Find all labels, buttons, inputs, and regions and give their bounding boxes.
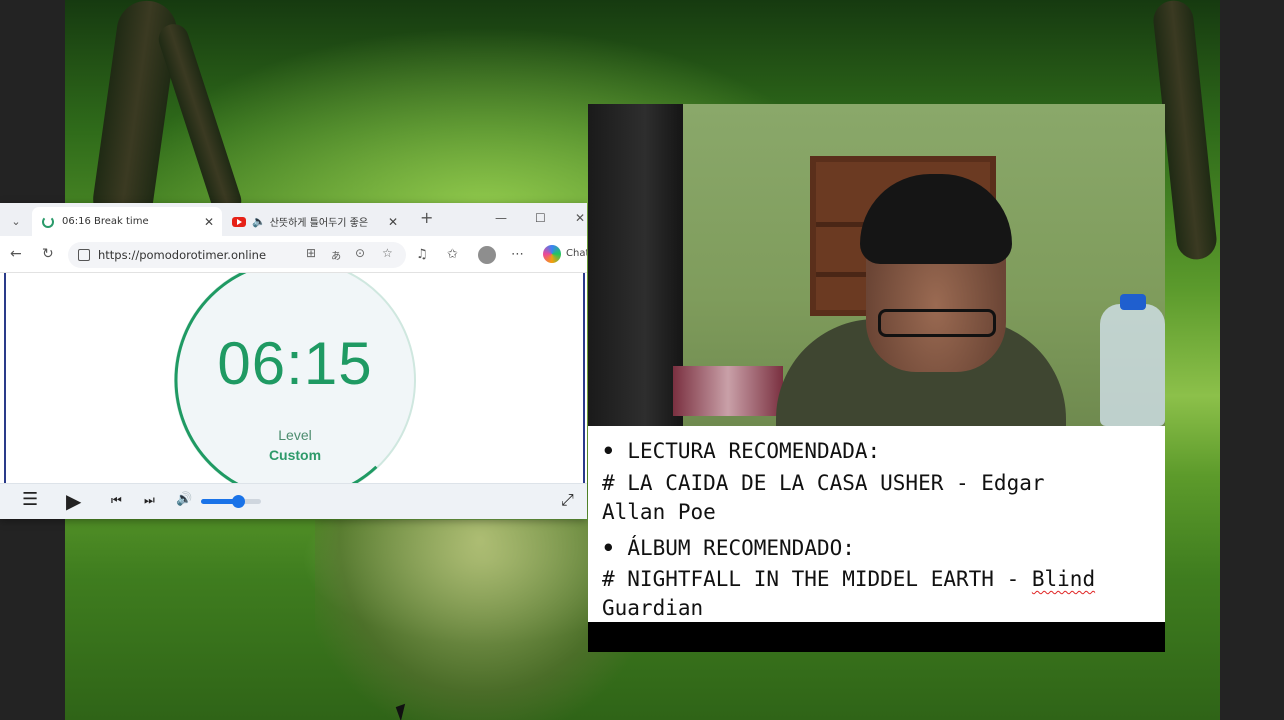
note-line: # NIGHTFALL IN THE MIDDEL EARTH - Blind bbox=[602, 567, 1095, 591]
address-bar: ← ↻ https://pomodorotimer.online ⊞ ぁ ⊙ ☆… bbox=[0, 236, 587, 273]
note-text: LECTURA RECOMENDADA: bbox=[627, 439, 881, 463]
volume-thumb[interactable] bbox=[232, 495, 246, 508]
new-tab-button[interactable]: + bbox=[420, 208, 433, 227]
url-field[interactable]: https://pomodorotimer.online ⊞ ぁ ⊙ ☆ bbox=[68, 242, 406, 268]
timer-display: 06:15 bbox=[217, 330, 373, 397]
level-label: Level bbox=[278, 427, 312, 443]
close-icon[interactable]: ✕ bbox=[204, 215, 214, 229]
volume-slider[interactable] bbox=[201, 495, 261, 508]
bottle-cap bbox=[1120, 294, 1146, 310]
youtube-icon bbox=[232, 216, 246, 227]
tab-label: 06:16 Break time bbox=[62, 216, 149, 227]
note-heading-album: • ÁLBUM RECOMENDADO: bbox=[602, 536, 855, 560]
favorites-icon[interactable]: ✩ bbox=[447, 247, 458, 262]
note-text: ÁLBUM RECOMENDADO: bbox=[627, 536, 855, 560]
bullet: • bbox=[602, 536, 615, 560]
tab-youtube[interactable]: 🔈 산뜻하게 틀어두기 좋은 ✕ bbox=[222, 207, 406, 236]
water-bottle bbox=[1100, 304, 1165, 426]
chevron-down-icon[interactable]: ⌄ bbox=[6, 211, 26, 231]
url-text: https://pomodorotimer.online bbox=[98, 248, 267, 262]
copilot-icon[interactable] bbox=[543, 245, 561, 263]
tab-strip: ⌄ 06:16 Break time ✕ 🔈 산뜻하게 틀어두기 좋은 ✕ + … bbox=[0, 203, 587, 236]
more-options-icon[interactable]: ⊙ bbox=[355, 246, 365, 260]
maximize-button[interactable]: ☐ bbox=[535, 211, 546, 225]
right-black-margin bbox=[1220, 0, 1284, 720]
audio-player-bar: ☰ ▶ ⏮ ⏭ 🔊 ⤢ bbox=[0, 483, 587, 519]
notes-panel: • LECTURA RECOMENDADA: # LA CAIDA DE LA … bbox=[588, 426, 1165, 652]
back-arrow-icon[interactable]: ← bbox=[10, 246, 22, 262]
translate-icon[interactable]: ぁ bbox=[330, 246, 342, 263]
note-text: # NIGHTFALL IN THE MIDDEL EARTH - bbox=[602, 567, 1032, 591]
note-heading-reading: • LECTURA RECOMENDADA: bbox=[602, 439, 880, 463]
close-icon[interactable]: ✕ bbox=[388, 215, 398, 229]
media-control-icon[interactable]: ♫ bbox=[416, 247, 428, 262]
bed-blanket bbox=[673, 366, 783, 416]
speaker-icon[interactable]: 🔊 bbox=[176, 492, 192, 507]
notes-bottom-bar bbox=[588, 622, 1165, 652]
chat-label[interactable]: Chat bbox=[566, 248, 587, 259]
webcam-feed bbox=[588, 104, 1165, 426]
speaker-icon[interactable]: 🔈 bbox=[252, 215, 266, 228]
split-screen-icon[interactable]: ⊞ bbox=[306, 246, 316, 260]
timer-favicon-icon bbox=[42, 215, 54, 228]
play-icon[interactable]: ▶ bbox=[66, 489, 81, 513]
close-window-button[interactable]: ✕ bbox=[575, 211, 585, 225]
note-line: Allan Poe bbox=[602, 500, 716, 524]
browser-window: ⌄ 06:16 Break time ✕ 🔈 산뜻하게 틀어두기 좋은 ✕ + … bbox=[0, 203, 587, 519]
level-value[interactable]: Custom bbox=[174, 447, 416, 463]
person-glasses bbox=[878, 309, 996, 337]
previous-track-icon[interactable]: ⏮ bbox=[111, 493, 122, 508]
minimize-button[interactable]: — bbox=[495, 211, 507, 225]
menu-icon[interactable]: ☰ bbox=[22, 489, 38, 510]
site-info-icon[interactable] bbox=[78, 249, 90, 261]
expand-icon[interactable]: ⤢ bbox=[561, 490, 574, 510]
wardrobe bbox=[588, 104, 683, 426]
note-line: Guardian bbox=[602, 596, 704, 620]
tab-label: 산뜻하게 틀어두기 좋은 bbox=[269, 218, 369, 229]
menu-dots-icon[interactable]: ⋯ bbox=[511, 247, 524, 262]
spellcheck-flagged-word: Blind bbox=[1031, 567, 1096, 591]
tab-pomodoro[interactable]: 06:16 Break time ✕ bbox=[32, 207, 222, 236]
tree-trunk bbox=[154, 20, 246, 220]
next-track-icon[interactable]: ⏭ bbox=[144, 493, 155, 508]
bullet: • bbox=[602, 439, 615, 463]
profile-avatar[interactable] bbox=[478, 246, 496, 264]
favorite-star-icon[interactable]: ☆ bbox=[382, 246, 393, 260]
note-line: # LA CAIDA DE LA CASA USHER - Edgar bbox=[602, 471, 1045, 495]
page-viewport: 06:15 Level Custom bbox=[4, 273, 585, 483]
refresh-icon[interactable]: ↻ bbox=[42, 246, 54, 262]
